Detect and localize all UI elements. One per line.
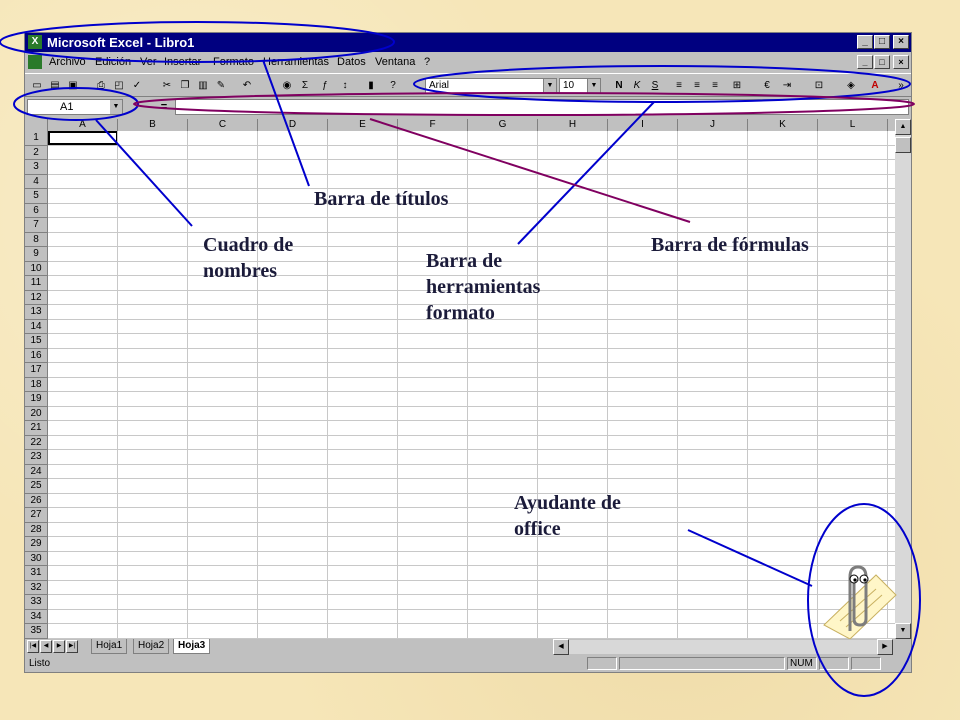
callout-format-toolbar: Barra de herramientas formato [426,248,540,326]
callout-line [262,59,310,187]
callout-line-2: herramientas [426,276,541,298]
callout-line [687,529,813,587]
title-bar-highlight [0,21,395,63]
callout-title-bar: Barra de títulos [314,188,449,210]
callout-line [95,119,193,227]
name-box-highlight [13,87,139,121]
callout-line-3: formato [426,302,495,324]
callout-office-assistant: Ayudante de office [514,490,621,542]
callout-line-2: office [514,518,561,540]
callout-line-1: Ayudante de [514,492,621,514]
callout-line-2: nombres [203,260,278,282]
annotation-overlay [0,21,921,697]
assistant-highlight [807,503,921,697]
callout-formula-bar: Barra de fórmulas [651,234,809,256]
formula-bar-highlight [133,92,915,116]
callout-line-1: Barra de [426,250,503,272]
callout-name-box: Cuadro de nombres [203,232,293,284]
callout-line-1: Cuadro de [203,234,294,256]
